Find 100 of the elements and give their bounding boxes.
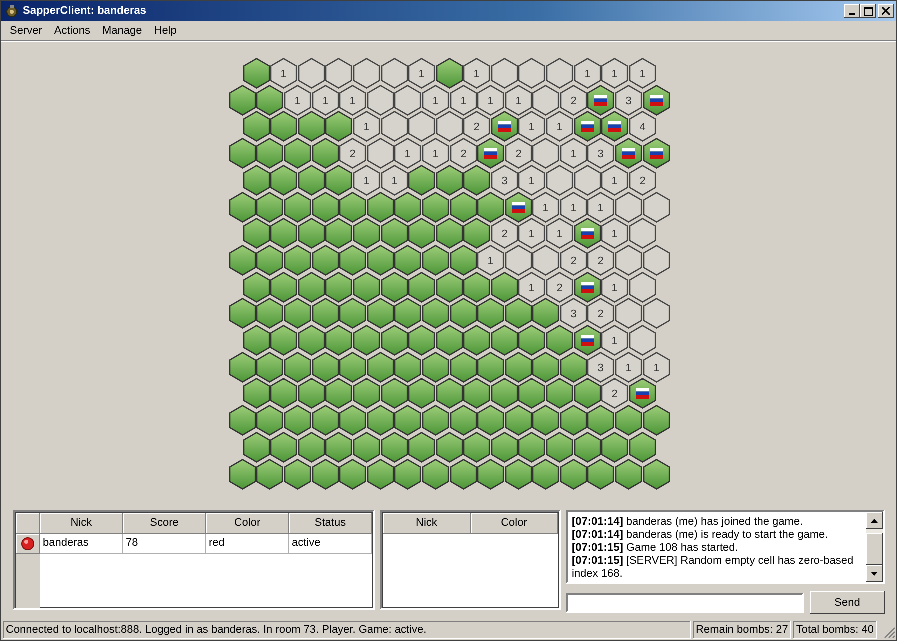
covered-cell[interactable] (242, 378, 270, 410)
covered-cell[interactable] (450, 352, 478, 383)
covered-cell[interactable] (298, 111, 326, 142)
open-cell[interactable]: 2 (450, 138, 478, 170)
covered-cell[interactable] (366, 405, 394, 436)
covered-cell[interactable] (298, 378, 326, 410)
send-button[interactable]: Send (810, 591, 885, 614)
covered-cell[interactable] (339, 244, 367, 276)
covered-cell[interactable] (546, 432, 574, 463)
covered-cell[interactable] (463, 325, 491, 356)
covered-cell[interactable] (560, 458, 588, 490)
covered-cell[interactable] (394, 458, 422, 490)
open-cell[interactable]: 1 (504, 84, 532, 116)
covered-cell[interactable] (518, 432, 546, 463)
open-cell[interactable]: 1 (463, 58, 491, 89)
covered-cell[interactable] (408, 272, 436, 303)
open-cell[interactable] (615, 192, 643, 223)
covered-cell[interactable] (408, 378, 436, 410)
covered-cell[interactable] (228, 244, 256, 276)
covered-cell[interactable] (422, 244, 450, 276)
open-cell[interactable] (298, 58, 326, 89)
open-cell[interactable]: 1 (642, 352, 670, 383)
open-cell[interactable] (380, 111, 408, 142)
covered-cell[interactable] (532, 458, 560, 490)
covered-cell[interactable] (228, 405, 256, 436)
covered-cell[interactable] (270, 164, 298, 196)
flagged-cell[interactable] (615, 138, 643, 170)
open-cell[interactable]: 1 (587, 192, 616, 223)
open-cell[interactable]: 3 (560, 298, 588, 330)
covered-cell[interactable] (518, 325, 546, 356)
covered-cell[interactable] (298, 218, 326, 250)
covered-cell[interactable] (312, 138, 340, 170)
covered-cell[interactable] (518, 378, 546, 410)
covered-cell[interactable] (366, 298, 394, 330)
covered-cell[interactable] (463, 272, 491, 303)
covered-cell[interactable] (339, 192, 367, 223)
covered-cell[interactable] (408, 218, 436, 250)
open-cell[interactable]: 2 (490, 218, 518, 250)
covered-cell[interactable] (422, 298, 450, 330)
covered-cell[interactable] (284, 244, 312, 276)
covered-cell[interactable] (477, 352, 505, 383)
covered-cell[interactable] (352, 272, 381, 303)
covered-cell[interactable] (504, 458, 532, 490)
covered-cell[interactable] (256, 244, 284, 276)
covered-cell[interactable] (228, 458, 256, 490)
covered-cell[interactable] (312, 458, 340, 490)
covered-cell[interactable] (339, 405, 367, 436)
covered-cell[interactable] (339, 352, 367, 383)
open-cell[interactable]: 1 (601, 164, 629, 196)
open-cell[interactable]: 2 (560, 84, 588, 116)
covered-cell[interactable] (436, 218, 464, 250)
open-cell[interactable]: 1 (422, 138, 450, 170)
open-cell[interactable] (394, 84, 422, 116)
covered-cell[interactable] (380, 325, 408, 356)
covered-cell[interactable] (422, 192, 450, 223)
covered-cell[interactable] (394, 352, 422, 383)
open-cell[interactable]: 1 (574, 58, 602, 89)
minimize-button[interactable] (844, 4, 860, 18)
covered-cell[interactable] (490, 325, 518, 356)
covered-cell[interactable] (339, 458, 367, 490)
covered-cell[interactable] (490, 272, 518, 303)
open-cell[interactable]: 2 (339, 138, 367, 170)
open-cell[interactable]: 1 (546, 218, 574, 250)
open-cell[interactable] (490, 58, 518, 89)
covered-cell[interactable] (490, 432, 518, 463)
close-button[interactable] (878, 4, 894, 18)
covered-cell[interactable] (352, 218, 381, 250)
open-cell[interactable]: 2 (463, 111, 491, 142)
open-cell[interactable]: 3 (587, 352, 616, 383)
covered-cell[interactable] (339, 298, 367, 330)
menu-item[interactable]: Help (148, 24, 183, 36)
open-cell[interactable]: 1 (518, 218, 546, 250)
open-cell[interactable]: 1 (518, 164, 546, 196)
menu-item[interactable]: Manage (96, 24, 148, 36)
open-cell[interactable]: 1 (601, 272, 629, 303)
covered-cell[interactable] (560, 405, 588, 436)
open-cell[interactable]: 1 (477, 244, 505, 276)
open-cell[interactable] (642, 298, 670, 330)
scroll-up-icon[interactable] (866, 512, 883, 529)
covered-cell[interactable] (601, 432, 629, 463)
open-cell[interactable] (546, 164, 574, 196)
open-cell[interactable]: 1 (352, 164, 381, 196)
covered-cell[interactable] (325, 164, 353, 196)
covered-cell[interactable] (298, 164, 326, 196)
flagged-cell[interactable] (628, 378, 656, 410)
covered-cell[interactable] (463, 432, 491, 463)
covered-cell[interactable] (242, 218, 270, 250)
covered-cell[interactable] (256, 138, 284, 170)
covered-cell[interactable] (270, 378, 298, 410)
covered-cell[interactable] (422, 458, 450, 490)
open-cell[interactable]: 1 (560, 192, 588, 223)
covered-cell[interactable] (312, 298, 340, 330)
menu-item[interactable]: Actions (48, 24, 96, 36)
covered-cell[interactable] (450, 192, 478, 223)
covered-cell[interactable] (242, 432, 270, 463)
open-cell[interactable]: 1 (560, 138, 588, 170)
open-cell[interactable]: 1 (601, 58, 629, 89)
covered-cell[interactable] (366, 352, 394, 383)
covered-cell[interactable] (242, 58, 270, 89)
covered-cell[interactable] (284, 405, 312, 436)
